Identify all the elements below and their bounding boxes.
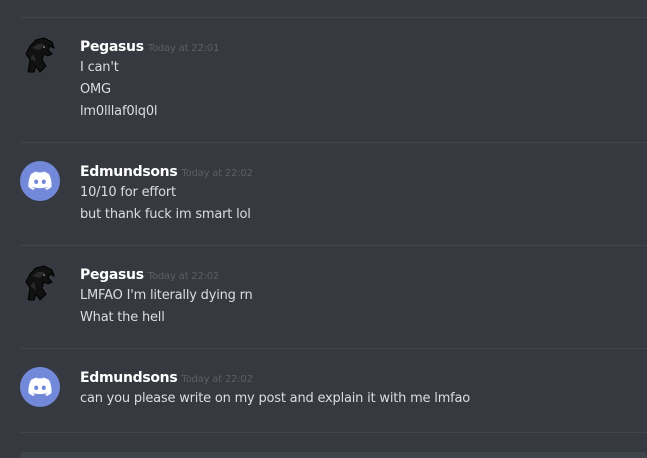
chat-messages-area: Pegasus Today at 22:01 I can't OMG lm0lll… [0, 0, 647, 458]
timestamp: Today at 22:02 [181, 374, 253, 385]
message-divider [20, 245, 647, 246]
message-header: Edmundsons Today at 22:02 [80, 367, 253, 387]
message-divider [20, 17, 647, 18]
username[interactable]: Pegasus [80, 39, 144, 55]
message-text: lm0lllaf0lq0l [80, 104, 158, 119]
message-input-bar[interactable] [20, 452, 647, 458]
avatar[interactable] [20, 161, 60, 201]
message-text: What the hell [80, 310, 165, 325]
message-content: 10/10 for effort but thank fuck im smart… [80, 182, 251, 226]
message-header: Pegasus Today at 22:02 [80, 264, 219, 284]
message-divider [20, 432, 647, 433]
message-text: can you please write on my post and expl… [80, 391, 471, 406]
avatar[interactable] [20, 36, 60, 76]
username[interactable]: Pegasus [80, 267, 144, 283]
message-text: 10/10 for effort [80, 185, 176, 200]
message-text: I can't [80, 60, 119, 75]
avatar[interactable] [20, 367, 60, 407]
avatar[interactable] [20, 264, 60, 304]
horse-head-icon [25, 265, 55, 301]
message-divider [20, 142, 647, 143]
message-text: LMFAO I'm literally dying rn [80, 288, 253, 303]
message-header: Pegasus Today at 22:01 [80, 36, 219, 56]
discord-logo-icon [28, 171, 52, 190]
message-content: I can't OMG lm0lllaf0lq0l [80, 57, 158, 123]
message-text: OMG [80, 82, 111, 97]
username[interactable]: Edmundsons [80, 164, 178, 180]
message-header: Edmundsons Today at 22:02 [80, 161, 253, 181]
timestamp: Today at 22:02 [181, 168, 253, 179]
message-content: LMFAO I'm literally dying rn What the he… [80, 285, 253, 329]
timestamp: Today at 22:02 [147, 271, 220, 282]
username[interactable]: Edmundsons [80, 370, 178, 386]
message-content: can you please write on my post and expl… [80, 388, 470, 410]
horse-head-icon [25, 37, 55, 73]
discord-logo-icon [28, 377, 52, 396]
timestamp: Today at 22:01 [147, 43, 220, 54]
message-text: but thank fuck im smart lol [80, 207, 251, 222]
message-divider [20, 348, 647, 349]
